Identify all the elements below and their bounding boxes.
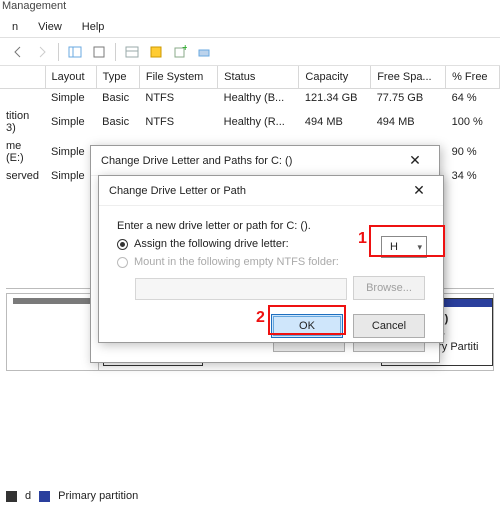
cell-type: Basic: [96, 88, 139, 107]
table-row[interactable]: SimpleBasicNTFSHealthy (B...121.34 GB77.…: [0, 88, 500, 107]
cell-name: [0, 88, 45, 107]
cell-status: Healthy (R...: [218, 107, 299, 137]
cell-pct: 100 %: [446, 107, 500, 137]
outer-dialog-title: Change Drive Letter and Paths for C: () …: [91, 146, 439, 176]
cell-pct: 64 %: [446, 88, 500, 107]
cell-fs: NTFS: [139, 107, 217, 137]
inner-dialog-titlebar: Change Drive Letter or Path ✕: [99, 176, 443, 206]
add-icon[interactable]: +: [170, 42, 190, 62]
cell-status: Healthy (B...: [218, 88, 299, 107]
disk-icon[interactable]: [194, 42, 214, 62]
col-fs[interactable]: File System: [139, 66, 217, 88]
panel-icon[interactable]: [65, 42, 85, 62]
browse-button: Browse...: [353, 276, 425, 300]
nav-fwd-icon[interactable]: [32, 42, 52, 62]
radio-assign-label: Assign the following drive letter:: [134, 238, 289, 250]
menu-item-n[interactable]: n: [2, 18, 28, 36]
col-status[interactable]: Status: [218, 66, 299, 88]
col-layout[interactable]: Layout: [45, 66, 96, 88]
nav-back-icon[interactable]: [8, 42, 28, 62]
outer-dialog-title-text: Change Drive Letter and Paths for C: (): [101, 155, 292, 167]
radio-mount-label: Mount in the following empty NTFS folder…: [134, 256, 339, 268]
legend-primary-label: Primary partition: [58, 490, 138, 502]
cell-name: served: [0, 167, 45, 185]
table-header-row: Layout Type File System Status Capacity …: [0, 66, 500, 88]
radio-off-icon: [117, 257, 128, 268]
cell-pct: 34 %: [446, 167, 500, 185]
menu-bar: n View Help: [0, 16, 500, 38]
annotation-box-2: [268, 305, 346, 335]
cell-cap: 121.34 GB: [299, 88, 371, 107]
cell-free: 77.75 GB: [371, 88, 446, 107]
refresh-icon[interactable]: [89, 42, 109, 62]
radio-mount-folder[interactable]: Mount in the following empty NTFS folder…: [117, 256, 425, 268]
close-icon[interactable]: ✕: [405, 179, 433, 203]
legend: d Primary partition: [6, 490, 138, 502]
window-title-fragment: Management: [0, 0, 500, 16]
swatch-unallocated-icon: [6, 491, 17, 502]
table-row[interactable]: tition 3)SimpleBasicNTFSHealthy (R...494…: [0, 107, 500, 137]
cell-layout: Simple: [45, 137, 96, 167]
cell-layout: Simple: [45, 88, 96, 107]
col-pctfree[interactable]: % Free: [446, 66, 500, 88]
legend-unallocated-label: d: [25, 490, 31, 502]
col-type[interactable]: Type: [96, 66, 139, 88]
cell-fs: NTFS: [139, 88, 217, 107]
annotation-box-1: [369, 225, 445, 257]
cell-free: 494 MB: [371, 107, 446, 137]
radio-on-icon: [117, 239, 128, 250]
list-icon[interactable]: [122, 42, 142, 62]
disk-header: [7, 294, 99, 370]
cell-type: Basic: [96, 107, 139, 137]
col-free[interactable]: Free Spa...: [371, 66, 446, 88]
cell-name: tition 3): [0, 107, 45, 137]
cancel-button[interactable]: Cancel: [353, 314, 425, 338]
cell-layout: Simple: [45, 167, 96, 185]
menu-item-help[interactable]: Help: [72, 18, 115, 36]
cell-layout: Simple: [45, 107, 96, 137]
svg-text:+: +: [182, 45, 187, 54]
cell-pct: 90 %: [446, 137, 500, 167]
close-icon[interactable]: ✕: [401, 149, 429, 173]
swatch-primary-icon: [39, 491, 50, 502]
menu-item-view[interactable]: View: [28, 18, 72, 36]
toolbar: +: [0, 38, 500, 66]
cell-cap: 494 MB: [299, 107, 371, 137]
col-capacity[interactable]: Capacity: [299, 66, 371, 88]
mount-path-input: [135, 278, 347, 300]
cell-name: me (E:): [0, 137, 45, 167]
annotation-num-2: 2: [256, 309, 265, 327]
inner-dialog-title-text: Change Drive Letter or Path: [109, 185, 246, 197]
help-icon[interactable]: [146, 42, 166, 62]
annotation-num-1: 1: [358, 230, 367, 248]
